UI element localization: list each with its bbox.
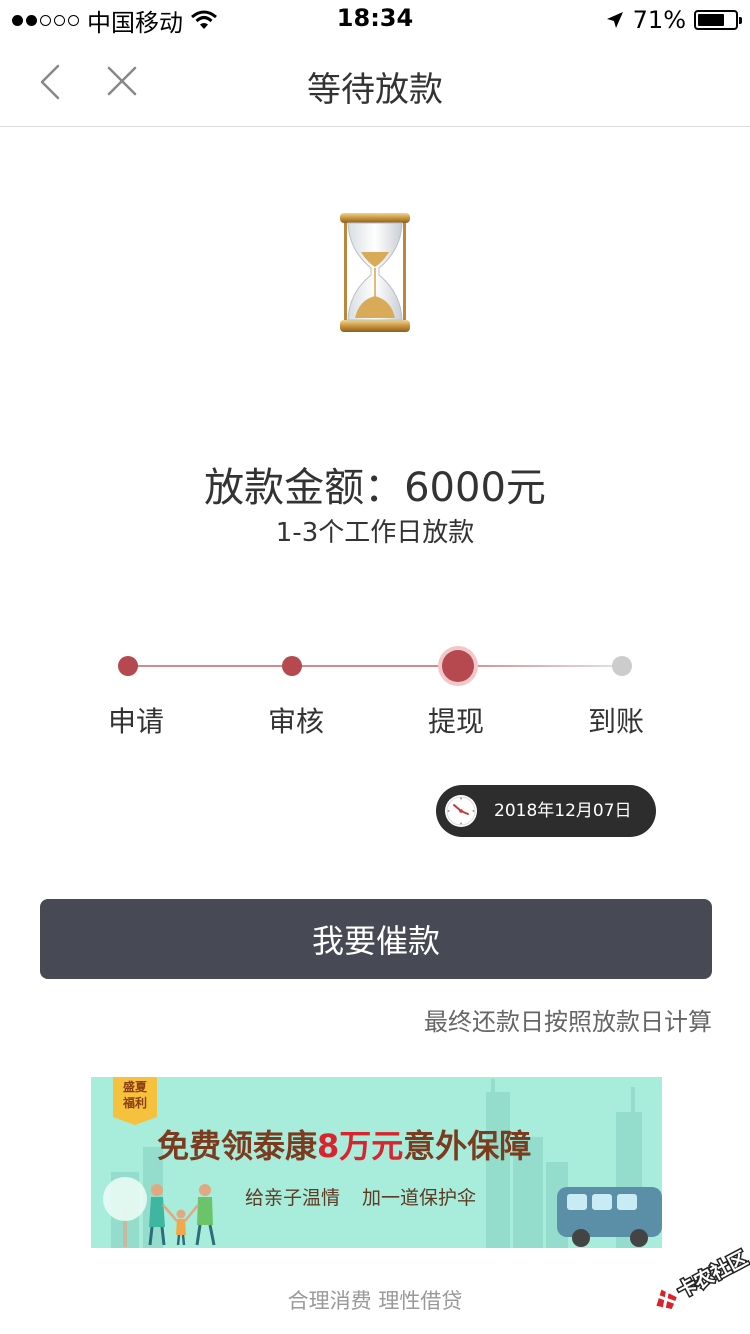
- step-label-apply: 申请: [107, 705, 164, 738]
- forum-watermark-logo: 卡农社区: [652, 1245, 750, 1312]
- step-dot-arrival: [612, 656, 632, 676]
- location-arrow-icon: [606, 12, 623, 28]
- insurance-promo-banner[interactable]: 盛夏 福利 免费领泰康8万元意外保障 给亲子温情 加一道保护伞: [91, 1077, 662, 1248]
- clock-icon: [445, 795, 477, 827]
- step-dot-review: [282, 656, 302, 676]
- battery-icon: [694, 10, 742, 30]
- step-dot-withdraw: [442, 650, 474, 682]
- step-dot-apply: [118, 656, 138, 676]
- loan-amount: 放款金额：6000元: [204, 465, 546, 511]
- promo-badge-text: 盛夏 福利: [122, 1080, 147, 1110]
- urge-loan-button[interactable]: 我要催款: [40, 899, 712, 979]
- step-label-withdraw: 提现: [427, 705, 484, 738]
- date-badge: 2018年12月07日: [436, 785, 656, 837]
- footer-slogan: 合理消费 理性借贷: [287, 1289, 463, 1313]
- status-right: 71%: [605, 6, 742, 34]
- nav-bar: 等待放款: [0, 40, 750, 127]
- page-title: 等待放款: [307, 70, 443, 110]
- step-label-review: 审核: [267, 705, 324, 738]
- banner-headline: 免费领泰康8万元意外保障: [157, 1127, 532, 1165]
- loan-timing: 1-3个工作日放款: [275, 518, 475, 548]
- banner-subtitle: 给亲子温情 加一道保护伞: [245, 1187, 477, 1209]
- date-text: 2018年12月07日: [494, 801, 632, 821]
- step-label-arrival: 到账: [587, 705, 644, 738]
- status-bar: 中国移动 18:34 71%: [0, 0, 750, 40]
- progress-track-pending: [458, 665, 622, 667]
- hourglass-icon: [340, 213, 410, 332]
- repayment-note: 最终还款日按照放款日计算: [424, 1008, 712, 1036]
- svg-text:卡农社区: 卡农社区: [673, 1246, 750, 1302]
- battery-percent: 71%: [632, 6, 686, 34]
